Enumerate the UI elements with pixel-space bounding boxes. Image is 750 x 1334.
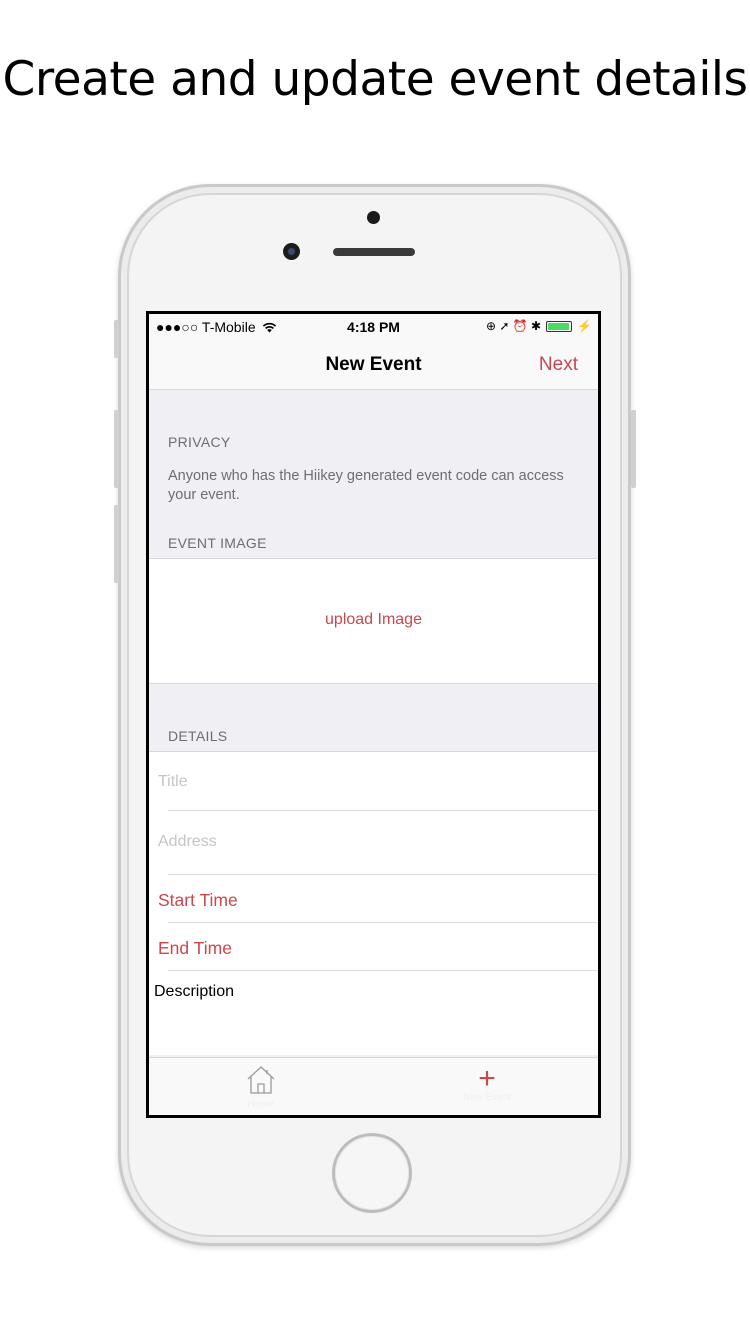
description-field[interactable]: Description bbox=[154, 983, 234, 1001]
divider bbox=[168, 810, 598, 811]
charging-icon: ⚡ bbox=[577, 319, 592, 333]
page-title: New Event bbox=[325, 354, 422, 375]
tab-new-event[interactable]: + New Event bbox=[437, 1062, 537, 1104]
front-camera bbox=[283, 243, 300, 260]
divider bbox=[168, 970, 598, 971]
privacy-header: PRIVACY bbox=[168, 434, 231, 450]
battery-icon bbox=[546, 320, 573, 332]
status-icons: ⊕ ➚ ⏰ ✱ bbox=[485, 319, 542, 333]
navigation-bar: New Event Next bbox=[149, 340, 598, 390]
next-button[interactable]: Next bbox=[539, 354, 578, 376]
details-form: Title Address Start Time End Time Descri… bbox=[149, 751, 598, 1055]
power-button bbox=[631, 410, 636, 488]
earpiece-speaker bbox=[333, 248, 415, 256]
proximity-sensor bbox=[367, 211, 380, 224]
title-field[interactable]: Title bbox=[158, 773, 188, 791]
divider bbox=[168, 874, 598, 875]
tab-new-event-label: New Event bbox=[462, 1092, 512, 1103]
address-field[interactable]: Address bbox=[158, 833, 217, 851]
divider bbox=[168, 922, 598, 923]
details-header: DETAILS bbox=[168, 728, 228, 744]
tab-bar: Home + New Event bbox=[149, 1057, 598, 1115]
privacy-description: Anyone who has the Hiikey generated even… bbox=[168, 468, 564, 503]
home-button[interactable] bbox=[332, 1133, 412, 1213]
start-time-field[interactable]: Start Time bbox=[158, 890, 238, 911]
tab-home-label: Home bbox=[247, 1099, 275, 1110]
app-view: ●●●○○ T-Mobile 4:18 PM ⊕ ➚ ⏰ ✱ ⚡ New Eve… bbox=[149, 314, 598, 1115]
phone-screen: ●●●○○ T-Mobile 4:18 PM ⊕ ➚ ⏰ ✱ ⚡ New Eve… bbox=[146, 311, 601, 1118]
status-indicators: ⊕ ➚ ⏰ ✱ ⚡ bbox=[486, 319, 592, 333]
event-image-header: EVENT IMAGE bbox=[168, 535, 267, 551]
plus-icon: + bbox=[478, 1062, 496, 1095]
mute-switch bbox=[114, 320, 119, 358]
volume-down-button bbox=[114, 505, 119, 583]
home-icon bbox=[247, 1066, 275, 1094]
page-headline: Create and update event details bbox=[2, 52, 748, 107]
status-bar: ●●●○○ T-Mobile 4:18 PM ⊕ ➚ ⏰ ✱ ⚡ bbox=[149, 314, 598, 340]
volume-up-button bbox=[114, 410, 119, 488]
event-image-cell[interactable]: upload Image bbox=[149, 558, 598, 684]
tab-home[interactable]: Home bbox=[211, 1064, 311, 1110]
upload-image-button[interactable]: upload Image bbox=[149, 611, 598, 629]
end-time-field[interactable]: End Time bbox=[158, 938, 232, 959]
